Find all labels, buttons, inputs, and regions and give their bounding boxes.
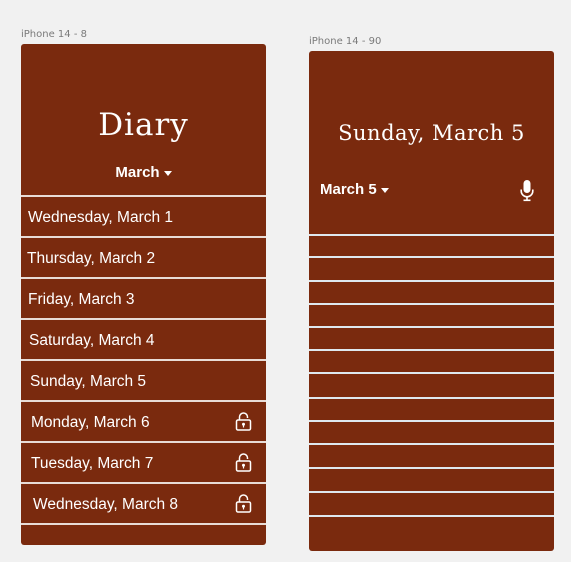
day-row[interactable]: Wednesday, March 1 (21, 195, 266, 236)
day-row[interactable]: Sunday, March 5 (21, 359, 266, 400)
frame-label-left: iPhone 14 - 8 (21, 29, 87, 40)
entry-line[interactable] (309, 420, 554, 422)
day-row[interactable]: Wednesday, March 8 (21, 482, 266, 523)
date-label: March 5 (320, 181, 377, 198)
day-label: Friday, March 3 (28, 291, 135, 308)
lock-icon[interactable] (235, 453, 252, 472)
day-list: Wednesday, March 1 Thursday, March 2 Frida… (21, 195, 266, 525)
entry-title: Sunday, March 5 (338, 121, 525, 145)
day-label: Sunday, March 5 (30, 373, 147, 390)
entry-line[interactable] (309, 467, 554, 469)
lock-icon[interactable] (235, 412, 252, 431)
entry-screen: Sunday, March 5 March 5 (309, 51, 554, 551)
day-row[interactable]: Saturday, March 4 (21, 318, 266, 359)
date-dropdown[interactable]: March 5 (320, 181, 389, 198)
entry-line[interactable] (309, 491, 554, 493)
caret-down-icon (380, 188, 389, 193)
month-label: March (115, 164, 160, 181)
day-row[interactable]: Thursday, March 2 (21, 236, 266, 277)
entry-line[interactable] (309, 280, 554, 282)
day-label: Tuesday, March 7 (31, 455, 154, 472)
microphone-icon[interactable] (520, 180, 534, 202)
day-row[interactable]: Friday, March 3 (21, 277, 266, 318)
entry-line[interactable] (309, 349, 554, 351)
entry-line[interactable] (309, 372, 554, 374)
diary-screen: Diary March Wednesday, March 1 Thursday, … (21, 44, 266, 545)
entry-line[interactable] (309, 443, 554, 445)
frame-label-right: iPhone 14 - 90 (309, 36, 382, 47)
entry-line[interactable] (309, 326, 554, 328)
caret-down-icon (163, 171, 172, 176)
day-row[interactable]: Monday, March 6 (21, 400, 266, 441)
day-label: Wednesday, March 1 (28, 209, 174, 226)
month-dropdown[interactable]: March (21, 164, 266, 181)
day-label: Saturday, March 4 (29, 332, 155, 349)
list-end-divider (21, 523, 266, 525)
entry-line[interactable] (309, 397, 554, 399)
entry-line[interactable] (309, 303, 554, 305)
entry-line[interactable] (309, 234, 554, 236)
day-row[interactable]: Tuesday, March 7 (21, 441, 266, 482)
entry-line[interactable] (309, 256, 554, 258)
day-label: Thursday, March 2 (27, 250, 156, 267)
lock-icon[interactable] (235, 494, 252, 513)
entry-line[interactable] (309, 515, 554, 517)
day-label: Wednesday, March 8 (33, 496, 179, 513)
page-title: Diary (98, 107, 189, 143)
day-label: Monday, March 6 (31, 414, 150, 431)
